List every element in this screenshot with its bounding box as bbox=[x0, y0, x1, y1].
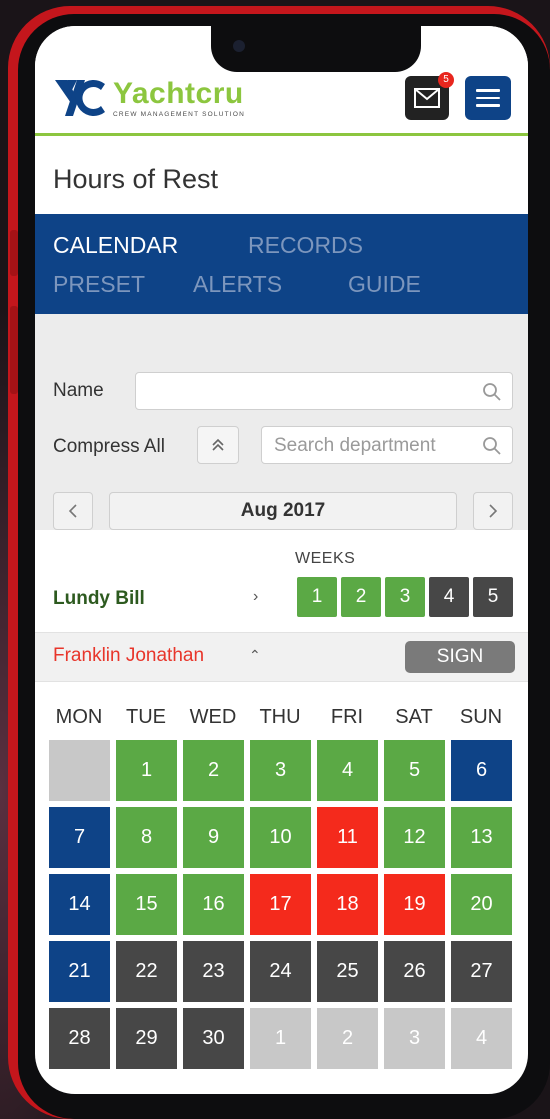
calendar-day-cell[interactable]: 15 bbox=[116, 874, 177, 935]
calendar-day-cell[interactable]: 22 bbox=[116, 941, 177, 1002]
sign-button[interactable]: SIGN bbox=[405, 641, 515, 673]
envelope-icon bbox=[414, 88, 440, 108]
calendar-day-cell[interactable]: 7 bbox=[49, 807, 110, 868]
calendar-day-cell[interactable]: 3 bbox=[250, 740, 311, 801]
day-of-week-label: SAT bbox=[395, 706, 433, 728]
camera-icon bbox=[233, 40, 245, 52]
calendar-day-cell[interactable]: 21 bbox=[49, 941, 110, 1002]
name-search-input[interactable] bbox=[135, 372, 513, 410]
double-chevron-up-icon bbox=[212, 438, 224, 451]
day-of-week-label: FRI bbox=[330, 706, 364, 728]
week-2-button[interactable]: 2 bbox=[341, 577, 381, 617]
week-1-button[interactable]: 1 bbox=[297, 577, 337, 617]
calendar-day-cell: 4 bbox=[451, 1008, 512, 1069]
calendar-day-cell[interactable]: 28 bbox=[49, 1008, 110, 1069]
compress-all-label: Compress All bbox=[53, 436, 165, 457]
tab-records[interactable]: RECORDS bbox=[248, 232, 363, 259]
tab-preset[interactable]: PRESET bbox=[53, 271, 145, 298]
compress-all-button[interactable] bbox=[197, 426, 239, 464]
chevron-left-icon bbox=[68, 504, 77, 518]
week-3-button[interactable]: 3 bbox=[385, 577, 425, 617]
calendar-day-cell[interactable]: 13 bbox=[451, 807, 512, 868]
hamburger-icon bbox=[476, 89, 500, 92]
week-5-button[interactable]: 5 bbox=[473, 577, 513, 617]
calendar-day-cell[interactable]: 1 bbox=[116, 740, 177, 801]
tab-calendar[interactable]: CALENDAR bbox=[53, 232, 178, 259]
day-of-week-label: SUN bbox=[459, 706, 503, 728]
calendar-day-cell[interactable]: 20 bbox=[451, 874, 512, 935]
calendar-day-cell[interactable]: 4 bbox=[317, 740, 378, 801]
calendar-day-cell[interactable]: 14 bbox=[49, 874, 110, 935]
day-of-week-label: THU bbox=[259, 706, 301, 728]
week-4-button[interactable]: 4 bbox=[429, 577, 469, 617]
prev-month-button[interactable] bbox=[53, 492, 93, 530]
calendar-day-cell[interactable]: 27 bbox=[451, 941, 512, 1002]
search-icon bbox=[483, 437, 501, 455]
logo-tagline: CREW MANAGEMENT SOLUTION bbox=[113, 110, 245, 118]
calendar-day-cell[interactable]: 8 bbox=[116, 807, 177, 868]
month-selector[interactable]: Aug 2017 bbox=[109, 492, 457, 530]
calendar-day-cell bbox=[49, 740, 110, 801]
menu-button[interactable] bbox=[465, 76, 511, 120]
phone-notch bbox=[211, 26, 421, 72]
calendar-day-cell[interactable]: 11 bbox=[317, 807, 378, 868]
calendar-day-cell[interactable]: 19 bbox=[384, 874, 445, 935]
name-label: Name bbox=[53, 380, 104, 401]
calendar-day-cell[interactable]: 2 bbox=[183, 740, 244, 801]
calendar-day-cell[interactable]: 23 bbox=[183, 941, 244, 1002]
tab-bar: CALENDAR RECORDS PRESET ALERTS GUIDE bbox=[35, 214, 528, 314]
filter-panel: Name Compress All Search department Aug … bbox=[35, 314, 528, 530]
unread-count-badge: 5 bbox=[438, 72, 454, 88]
yachtcru-logo-icon bbox=[55, 80, 105, 116]
day-of-week-label: WED bbox=[189, 706, 237, 728]
calendar-day-cell[interactable]: 5 bbox=[384, 740, 445, 801]
calendar-day-cell[interactable]: 26 bbox=[384, 941, 445, 1002]
messages-button[interactable]: 5 bbox=[405, 72, 454, 120]
tab-alerts[interactable]: ALERTS bbox=[193, 271, 282, 298]
calendar-day-cell[interactable]: 10 bbox=[250, 807, 311, 868]
logo[interactable]: Yachtcru CREW MANAGEMENT SOLUTION bbox=[53, 76, 245, 120]
calendar-day-cell[interactable]: 16 bbox=[183, 874, 244, 935]
day-of-week-label: MON bbox=[55, 706, 103, 728]
calendar-day-cell: 3 bbox=[384, 1008, 445, 1069]
chevron-right-icon: › bbox=[253, 588, 259, 605]
department-placeholder: Search department bbox=[274, 435, 436, 456]
page-title: Hours of Rest bbox=[53, 164, 219, 194]
crew-name: Lundy Bill bbox=[53, 588, 145, 609]
crew-row-franklin-jonathan[interactable]: Franklin Jonathan ⌃ SIGN bbox=[35, 632, 528, 682]
volume-up-button bbox=[10, 230, 18, 276]
calendar-day-cell[interactable]: 9 bbox=[183, 807, 244, 868]
calendar-day-cell[interactable]: 25 bbox=[317, 941, 378, 1002]
calendar-day-cell[interactable]: 12 bbox=[384, 807, 445, 868]
volume-down-button bbox=[10, 306, 18, 394]
tab-guide[interactable]: GUIDE bbox=[348, 271, 421, 298]
calendar-day-cell[interactable]: 17 bbox=[250, 874, 311, 935]
calendar-day-cell[interactable]: 24 bbox=[250, 941, 311, 1002]
search-icon bbox=[483, 383, 501, 401]
chevron-right-icon bbox=[489, 504, 498, 518]
calendar-day-cell[interactable]: 18 bbox=[317, 874, 378, 935]
calendar-day-cell: 1 bbox=[250, 1008, 311, 1069]
calendar-day-cell[interactable]: 6 bbox=[451, 740, 512, 801]
next-month-button[interactable] bbox=[473, 492, 513, 530]
logo-name: Yachtcru bbox=[113, 76, 244, 110]
calendar-day-cell[interactable]: 29 bbox=[116, 1008, 177, 1069]
chevron-up-icon: ⌃ bbox=[249, 647, 261, 663]
calendar-day-cell: 2 bbox=[317, 1008, 378, 1069]
crew-name: Franklin Jonathan bbox=[53, 645, 205, 666]
weeks-label: WEEKS bbox=[295, 550, 356, 567]
department-search-input[interactable]: Search department bbox=[261, 426, 513, 464]
calendar-day-cell[interactable]: 30 bbox=[183, 1008, 244, 1069]
day-of-week-label: TUE bbox=[126, 706, 166, 728]
app-screen: Yachtcru CREW MANAGEMENT SOLUTION 5 Hour… bbox=[35, 26, 528, 1094]
